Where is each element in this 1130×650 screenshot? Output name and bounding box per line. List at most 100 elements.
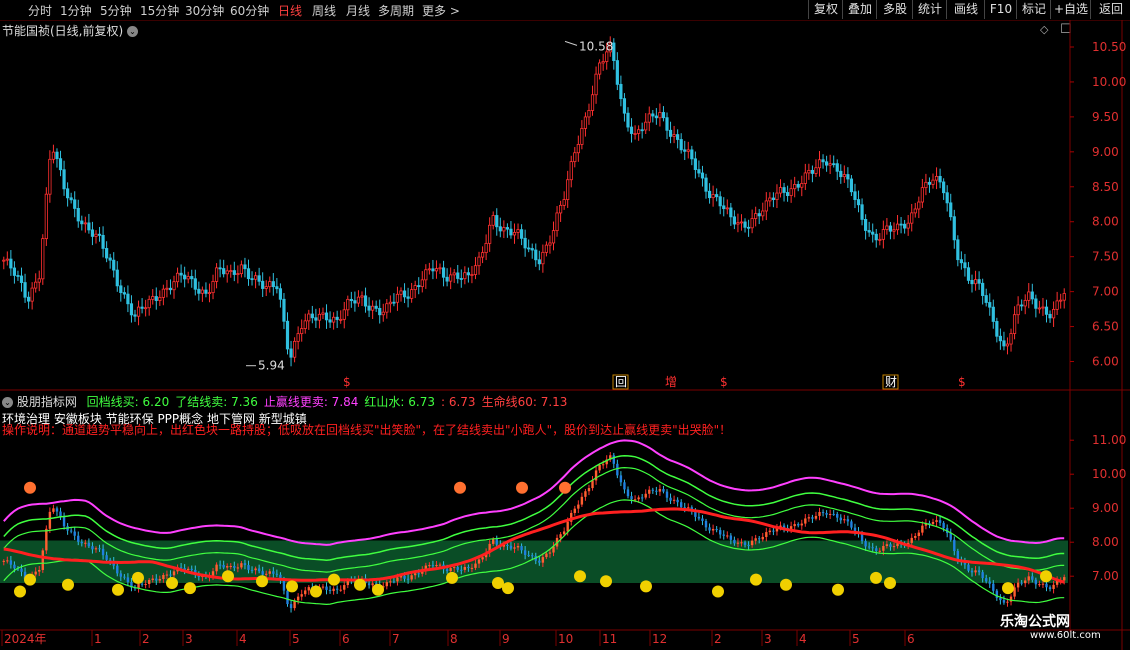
candle-body: [707, 190, 712, 199]
ind-candle-body: [247, 565, 250, 570]
ind-candle-body: [665, 491, 669, 498]
candle-body: [41, 238, 45, 280]
ind-candle-body: [733, 539, 736, 544]
ind-candle-body: [679, 502, 683, 508]
smiley-icon: [1040, 570, 1052, 583]
month-label: 8: [450, 632, 458, 646]
ind-candle-body: [637, 497, 640, 500]
candle-body: [371, 305, 375, 311]
candle-body: [300, 328, 304, 335]
ind-candle-body: [481, 557, 484, 560]
candle-body: [821, 159, 825, 163]
ind-candle-body: [367, 583, 371, 586]
candle-body: [615, 60, 619, 85]
candle-body: [984, 295, 988, 303]
candle-body: [590, 94, 595, 111]
runner-icon: [454, 481, 466, 494]
ind-candle-body: [69, 530, 73, 532]
candle-body: [633, 133, 637, 135]
ind-candle-body: [836, 513, 839, 518]
month-label: 12: [652, 632, 667, 646]
candle-body: [746, 226, 751, 229]
ind-candle-body: [850, 521, 853, 528]
candle-body: [413, 285, 417, 291]
candle-body: [303, 320, 307, 329]
candle-body: [661, 112, 666, 119]
ind-candle-body: [871, 547, 874, 549]
ind-candle-body: [758, 538, 761, 540]
ind-candle-body: [94, 548, 98, 550]
ind-candle-body: [218, 564, 222, 566]
ind-candle-body: [371, 583, 374, 586]
candle-body: [193, 278, 197, 290]
ind-candle-body: [449, 568, 452, 572]
high-marker: 10.58: [579, 39, 613, 53]
ind-candle-body: [492, 539, 495, 544]
candle-body: [417, 285, 421, 288]
ind-candle-body: [240, 563, 243, 568]
candle-body: [761, 210, 765, 217]
ind-candle-body: [1045, 583, 1048, 588]
candle-body: [771, 197, 776, 200]
candle-body: [739, 221, 744, 224]
ind-candle-body: [1052, 584, 1055, 589]
candle-body: [129, 303, 134, 316]
smiley-icon: [354, 578, 366, 591]
candle-body: [541, 251, 545, 265]
candle-body: [37, 278, 41, 283]
candle-body: [470, 274, 474, 276]
price-tick-label: 10.00: [1092, 75, 1126, 89]
ind-candle-body: [108, 559, 112, 561]
ind-candle-body: [811, 517, 814, 519]
candle-body: [934, 176, 939, 181]
ind-candle-body: [729, 535, 733, 540]
ind-candle-body: [467, 566, 470, 569]
ind-candle-body: [226, 566, 229, 568]
ind-candle-body: [190, 568, 193, 570]
candle-body: [757, 213, 761, 217]
candle-body: [647, 113, 651, 123]
ind-candle-body: [719, 530, 722, 535]
candle-body: [810, 169, 815, 174]
candle-body: [144, 307, 148, 310]
candle-body: [424, 269, 428, 281]
candle-body: [66, 188, 70, 199]
candle-body: [715, 194, 719, 198]
ind-candle-body: [406, 578, 410, 580]
ind-candle-body: [268, 571, 271, 574]
candle-body: [97, 233, 102, 236]
ind-candle-body: [587, 488, 591, 492]
candle-body: [789, 188, 793, 196]
candle-body: [725, 207, 729, 210]
ind-candle-body: [832, 513, 835, 515]
candle-body: [445, 276, 449, 282]
candle-body: [952, 216, 956, 241]
ind-candle-body: [98, 548, 101, 550]
smiley-icon: [780, 578, 792, 591]
event-marker: $: [720, 375, 728, 389]
candle-body: [23, 282, 27, 298]
collapse-icon[interactable]: ⌄: [2, 397, 13, 408]
ind-candle-body: [325, 586, 328, 590]
candle-body: [913, 208, 917, 214]
candle-body: [534, 249, 538, 261]
candle-body: [686, 149, 690, 152]
ind-candle-body: [658, 489, 662, 492]
smiley-icon: [286, 580, 298, 593]
ind-candle-body: [158, 578, 162, 581]
ind-candle-body: [417, 573, 420, 575]
indicator-param: 生命线60: 7.13: [481, 395, 568, 409]
candle-body: [573, 152, 577, 163]
candle-body: [356, 296, 361, 304]
candle-body: [395, 293, 400, 303]
ind-tick-label: 8.00: [1092, 535, 1119, 549]
candle-body: [410, 289, 414, 299]
candle-body: [282, 298, 286, 322]
ind-candle-body: [942, 522, 945, 529]
smiley-icon: [832, 583, 844, 596]
candle-body: [622, 98, 627, 114]
candle-body: [917, 201, 921, 210]
candle-body: [463, 272, 467, 280]
candle-body: [1030, 291, 1034, 300]
candle-body: [885, 225, 889, 230]
